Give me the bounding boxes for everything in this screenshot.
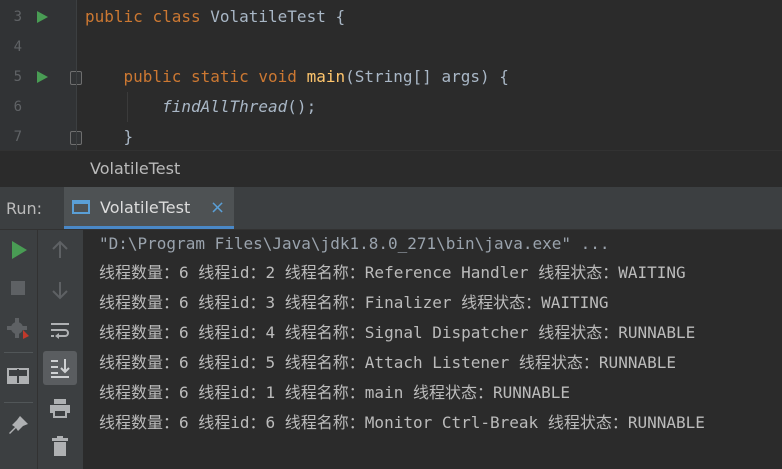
console-output[interactable]: "D:\Program Files\Java\jdk1.8.0_271\bin\…: [83, 230, 782, 469]
scroll-down-icon[interactable]: [48, 278, 72, 302]
gutter-border: [76, 0, 77, 150]
console-line: 线程数量：6 线程id：4 线程名称：Signal Dispatcher 线程状…: [99, 323, 696, 342]
run-tool-window-header: Run: VolatileTest ×: [0, 187, 782, 230]
code-token: findAllThread: [162, 97, 288, 116]
console-line: 线程数量：6 线程id：6 线程名称：Monitor Ctrl-Break 线程…: [99, 413, 705, 432]
run-class-icon[interactable]: [37, 11, 48, 23]
rerun-icon[interactable]: [6, 238, 30, 262]
editor-gutter: 3 4 5 6 7: [0, 0, 82, 150]
console-line: 线程数量：6 线程id：1 线程名称：main 线程状态：RUNNABLE: [99, 383, 571, 402]
code-line[interactable]: }: [85, 122, 134, 150]
print-icon[interactable]: [48, 396, 72, 420]
scroll-to-end-icon: [51, 359, 70, 378]
toolbar-separator: [4, 402, 33, 403]
line-number: 3: [13, 9, 22, 25]
code-line[interactable]: findAllThread();: [85, 92, 316, 122]
breadcrumb: VolatileTest: [0, 150, 782, 187]
console-line: 线程数量：6 线程id：3 线程名称：Finalizer 线程状态：WAITIN…: [99, 293, 609, 312]
layout-icon[interactable]: [6, 364, 30, 388]
run-toolbar-left: [0, 230, 37, 469]
line-number: 7: [13, 129, 22, 145]
stop-icon[interactable]: [6, 276, 30, 300]
code-token: void: [258, 67, 307, 86]
code-token: class: [152, 7, 211, 26]
run-toolbar-right: [37, 230, 83, 469]
run-label: Run:: [6, 199, 43, 218]
breadcrumb-class[interactable]: VolatileTest: [90, 159, 180, 178]
code-token: public: [85, 7, 153, 26]
console-line: 线程数量：6 线程id：2 线程名称：Reference Handler 线程状…: [99, 263, 686, 282]
code-token: (String[] args) {: [345, 67, 509, 86]
console-line: 线程数量：6 线程id：5 线程名称：Attach Listener 线程状态：…: [99, 353, 676, 372]
code-token: }: [85, 127, 134, 146]
line-number: 5: [13, 69, 22, 85]
code-editor[interactable]: 3 4 5 6 7 public class VolatileTest { pu…: [0, 0, 782, 150]
pin-icon[interactable]: [6, 414, 30, 438]
trash-icon[interactable]: [48, 434, 72, 458]
toolbar-separator: [4, 352, 33, 353]
debug-settings-icon[interactable]: [6, 316, 30, 340]
code-token: ();: [287, 97, 317, 116]
close-tab-icon[interactable]: ×: [210, 197, 225, 218]
scroll-up-icon[interactable]: [48, 238, 72, 262]
code-token: public: [85, 67, 191, 86]
run-tab-title: VolatileTest: [100, 198, 191, 217]
code-token: VolatileTest {: [210, 7, 346, 26]
console-command-line: "D:\Program Files\Java\jdk1.8.0_271\bin\…: [99, 234, 610, 253]
code-token: static: [190, 67, 259, 86]
soft-wrap-icon[interactable]: [48, 318, 72, 342]
run-main-icon[interactable]: [37, 71, 48, 83]
code-line[interactable]: public class VolatileTest {: [85, 2, 345, 32]
code-line[interactable]: public static void main(String[] args) {: [85, 62, 509, 92]
line-number: 6: [13, 99, 22, 115]
console-window-icon: [72, 200, 90, 214]
code-token: main: [306, 67, 346, 86]
line-number: 4: [13, 39, 22, 55]
